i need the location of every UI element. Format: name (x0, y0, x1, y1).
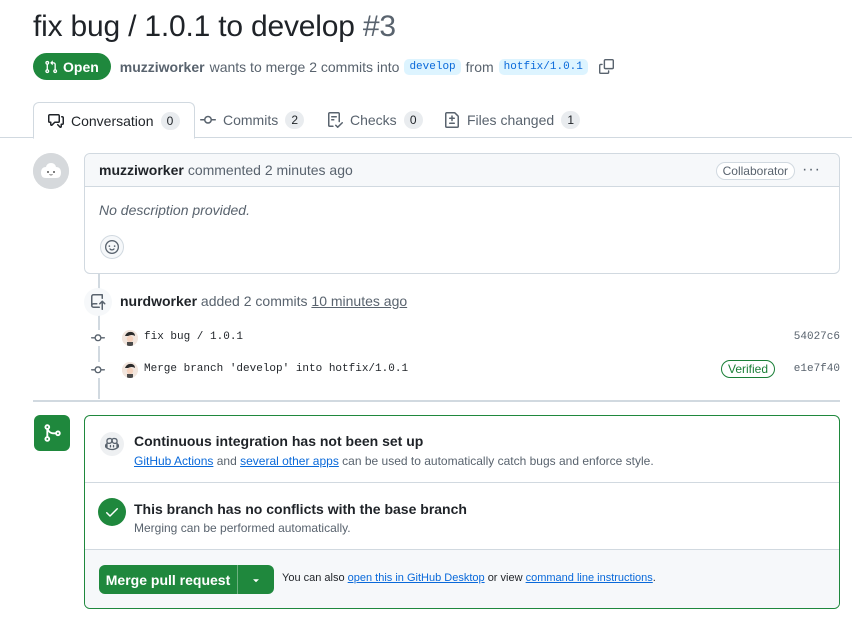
merge-options-dropdown[interactable] (238, 565, 274, 594)
commit-message[interactable]: fix bug / 1.0.1 (144, 331, 243, 343)
comment-discussion-icon (48, 113, 64, 128)
command-line-link[interactable]: command line instructions (526, 572, 653, 584)
merge-footer: Merge pull request You can also open thi… (85, 550, 839, 608)
merge-text: wants to merge 2 commits into (209, 58, 400, 75)
head-branch[interactable]: hotfix/1.0.1 (498, 58, 588, 75)
commit-message[interactable]: Merge branch 'develop' into hotfix/1.0.1 (144, 363, 408, 375)
avatar[interactable] (122, 362, 138, 378)
ci-subtitle: GitHub Actions and several other apps ca… (134, 454, 654, 468)
copilot-icon (100, 432, 124, 456)
role-badge: Collaborator (715, 162, 795, 180)
pr-tabs: Conversation 0 Commits 2 Checks 0 Files … (0, 102, 852, 139)
comment-box: muzziworker commented 2 minutes ago Coll… (84, 153, 840, 274)
other-apps-link[interactable]: several other apps (240, 454, 339, 468)
timeline-divider (33, 400, 840, 402)
conflict-title: This branch has no conflicts with the ba… (134, 501, 467, 517)
smiley-icon (105, 240, 119, 254)
merge-button-group: Merge pull request (99, 565, 274, 594)
git-commit-icon (200, 115, 216, 124)
tab-label: Conversation (71, 112, 154, 129)
event-actor[interactable]: nurdworker (120, 293, 197, 309)
commit-sha[interactable]: e1e7f40 (794, 363, 840, 375)
status-badge: Open (33, 53, 111, 80)
git-merge-icon (34, 415, 70, 451)
page-title: fix bug / 1.0.1 to develop #3 (33, 10, 396, 44)
merge-pull-request-button[interactable]: Merge pull request (99, 565, 238, 594)
comment-meta: commented 2 minutes ago (187, 162, 353, 178)
commit-row: Merge branch 'develop' into hotfix/1.0.1… (90, 360, 840, 380)
tab-counter: 0 (403, 111, 423, 129)
ci-title: Continuous integration has not been set … (134, 433, 424, 449)
tab-counter: 0 (160, 111, 180, 130)
check-icon (98, 498, 126, 526)
conflict-subtitle: Merging can be performed automatically. (134, 521, 351, 535)
checklist-icon (328, 112, 343, 128)
ci-rest-text: can be used to automatically catch bugs … (342, 454, 654, 468)
merge-box: Continuous integration has not been set … (84, 415, 840, 609)
tab-label: Commits (223, 112, 279, 128)
merge-footer-text: You can also open this in GitHub Desktop… (282, 572, 656, 584)
git-pull-request-icon (45, 60, 58, 73)
base-branch[interactable]: develop (404, 58, 461, 75)
verified-badge[interactable]: Verified (721, 360, 776, 378)
ci-and-text: and (216, 454, 237, 468)
conflict-section: This branch has no conflicts with the ba… (85, 483, 839, 550)
tab-counter: 1 (561, 111, 581, 129)
github-desktop-link[interactable]: open this in GitHub Desktop (348, 572, 485, 584)
pr-status-row: Open muzziworker wants to merge 2 commit… (33, 53, 614, 80)
status-label: Open (63, 58, 99, 75)
avatar[interactable] (122, 330, 138, 346)
tab-files-changed[interactable]: Files changed 1 (444, 102, 581, 138)
git-commit-icon (90, 330, 106, 346)
tab-conversation[interactable]: Conversation 0 (33, 102, 195, 139)
timeline-event: nurdworker added 2 commits 10 minutes ag… (120, 293, 407, 309)
git-commit-icon (90, 362, 106, 378)
kebab-menu-icon[interactable]: ··· (802, 161, 821, 179)
commit-sha[interactable]: 54027c6 (794, 331, 840, 343)
tab-label: Checks (350, 112, 397, 128)
avatar[interactable] (33, 153, 69, 189)
comment-body: No description provided. (99, 202, 250, 218)
event-time[interactable]: 10 minutes ago (311, 293, 407, 309)
pr-author[interactable]: muzziworker (120, 59, 205, 75)
footer-prefix: You can also (282, 572, 345, 584)
github-actions-link[interactable]: GitHub Actions (134, 454, 213, 468)
footer-mid: or view (487, 572, 523, 584)
add-reaction-button[interactable] (100, 235, 124, 259)
pr-title: fix bug / 1.0.1 to develop (33, 10, 355, 43)
tab-label: Files changed (467, 112, 555, 128)
repo-push-icon (84, 288, 112, 316)
commit-row: fix bug / 1.0.1 54027c6 (90, 328, 840, 348)
comment-author[interactable]: muzziworker (99, 162, 184, 178)
triangle-down-icon (253, 578, 259, 582)
tab-counter: 2 (285, 111, 305, 129)
from-text: from (465, 58, 494, 75)
tab-commits[interactable]: Commits 2 (200, 102, 305, 138)
footer-end: . (652, 572, 656, 584)
file-diff-icon (445, 112, 459, 128)
event-action: added 2 commits (200, 293, 308, 309)
copy-icon[interactable] (598, 59, 614, 74)
pr-number: #3 (362, 10, 396, 43)
ci-section: Continuous integration has not been set … (85, 416, 839, 483)
tab-checks[interactable]: Checks 0 (327, 102, 423, 138)
